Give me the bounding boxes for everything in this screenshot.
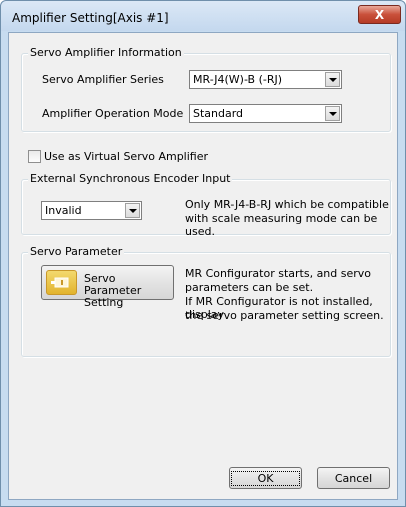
servo-parameter-group: Servo Parameter Servo Parameter Setting … [21,245,391,357]
mode-value: Standard [193,107,244,120]
servo-parameter-icon-graphic [51,277,69,288]
encoder-note-line1: Only MR-J4-B-RJ which be compatible [185,198,389,211]
encoder-input-title: External Synchronous Encoder Input [28,172,233,185]
series-label: Servo Amplifier Series [42,73,164,86]
servo-parameter-button-line2: Setting [84,296,124,309]
dialog-client-area: Servo Amplifier Information Servo Amplif… [8,32,398,500]
dialog-window: Amplifier Setting[Axis #1] X Servo Ampli… [0,0,406,507]
ok-button-label: OK [230,470,301,486]
close-icon: X [374,7,385,22]
chevron-down-icon[interactable] [325,72,340,87]
encoder-value: Invalid [45,204,82,217]
close-button[interactable]: X [358,5,401,24]
ok-button[interactable]: OK [229,467,302,489]
servo-parameter-setting-button[interactable]: Servo Parameter Setting [41,265,174,309]
cancel-button[interactable]: Cancel [317,467,390,489]
encoder-select[interactable]: Invalid [41,201,142,220]
servo-parameter-desc-line1: MR Configurator starts, and servo [185,267,372,280]
chevron-down-icon[interactable] [125,203,140,218]
servo-parameter-desc-line2: parameters can be set. [185,281,314,294]
mode-label: Amplifier Operation Mode [42,107,184,120]
series-value: MR-J4(W)-B (-RJ) [193,73,283,86]
encoder-note-line2: with scale measuring mode can be used. [185,212,378,238]
servo-parameter-desc-line4: the servo parameter setting screen. [185,309,384,322]
servo-amplifier-info-title: Servo Amplifier Information [28,46,184,59]
window-title: Amplifier Setting[Axis #1] [12,11,169,25]
virtual-servo-label[interactable]: Use as Virtual Servo Amplifier [44,150,208,163]
title-bar[interactable]: Amplifier Setting[Axis #1] X [1,1,405,31]
servo-parameter-button-label: Servo Parameter Setting [84,273,173,309]
cancel-button-label: Cancel [334,471,373,485]
servo-parameter-title: Servo Parameter [28,245,125,258]
mode-select[interactable]: Standard [189,104,342,123]
servo-parameter-icon [46,270,77,295]
series-select[interactable]: MR-J4(W)-B (-RJ) [189,70,342,89]
servo-parameter-button-line1: Servo Parameter [84,272,142,297]
encoder-input-group: External Synchronous Encoder Input Inval… [21,172,391,238]
virtual-servo-checkbox[interactable] [28,150,41,163]
servo-amplifier-info-group: Servo Amplifier Information Servo Amplif… [21,46,391,132]
chevron-down-icon[interactable] [325,106,340,121]
